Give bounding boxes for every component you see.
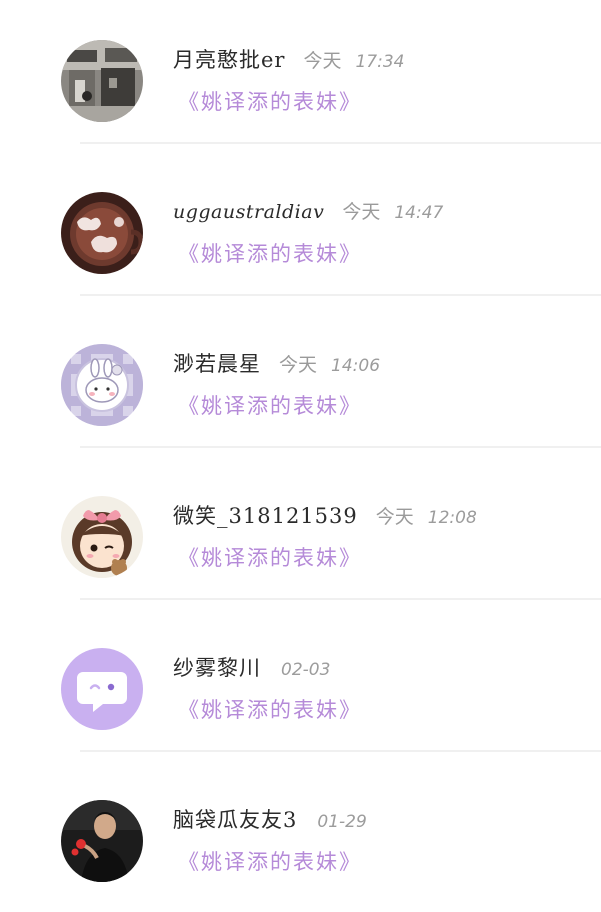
mention-text[interactable]: 《姚译添的表妹》 <box>178 846 362 876</box>
date-label: 今天 <box>279 354 318 376</box>
username[interactable]: uggaustraldiav <box>173 201 324 223</box>
cartoon-girl-avatar-icon <box>61 496 143 578</box>
list-item[interactable]: 微笑_318121539 今天 12:08 《姚译添的表妹》 <box>0 456 601 608</box>
avatar[interactable] <box>61 40 143 122</box>
mention-text[interactable]: 《姚译添的表妹》 <box>178 542 362 572</box>
username[interactable]: 纱雾黎川 <box>173 656 261 680</box>
date-label: 今天 <box>303 50 342 72</box>
divider <box>80 446 601 448</box>
username[interactable]: 渺若晨星 <box>173 352 261 376</box>
avatar[interactable] <box>61 648 143 730</box>
street-photo-avatar-icon <box>61 40 143 122</box>
time-label: 17:34 <box>355 52 405 72</box>
time-label: 14:47 <box>394 203 444 223</box>
mention-text[interactable]: 《姚译添的表妹》 <box>178 86 362 116</box>
username[interactable]: 脑袋瓜友友3 <box>173 808 297 832</box>
date-label: 今天 <box>375 506 414 528</box>
username[interactable]: 月亮憨批er <box>173 48 285 72</box>
default-chat-bubble-avatar-icon <box>61 648 143 730</box>
avatar[interactable] <box>61 192 143 274</box>
time-label: 14:06 <box>331 356 381 376</box>
date-label: 01-29 <box>317 812 367 832</box>
item-meta: 渺若晨星 今天 14:06 <box>173 348 380 380</box>
date-label: 今天 <box>342 201 381 223</box>
item-meta: 纱雾黎川 02-03 <box>173 652 330 684</box>
bunny-plaid-avatar-icon <box>61 344 143 426</box>
list-item[interactable]: uggaustraldiav 今天 14:47 《姚译添的表妹》 <box>0 152 601 304</box>
divider <box>80 750 601 752</box>
list-item[interactable]: 纱雾黎川 02-03 《姚译添的表妹》 <box>0 608 601 760</box>
divider <box>80 294 601 296</box>
username[interactable]: 微笑_318121539 <box>173 504 358 528</box>
list-item[interactable]: 月亮憨批er 今天 17:34 《姚译添的表妹》 <box>0 0 601 152</box>
mention-text[interactable]: 《姚译添的表妹》 <box>178 390 362 420</box>
hot-cocoa-avatar-icon <box>61 192 143 274</box>
mention-text[interactable]: 《姚译添的表妹》 <box>178 238 362 268</box>
date-label: 02-03 <box>281 660 331 680</box>
mention-list: 月亮憨批er 今天 17:34 《姚译添的表妹》 uggaustraldiav 今天 1… <box>0 0 601 912</box>
list-item[interactable]: 脑袋瓜友友3 01-29 《姚译添的表妹》 <box>0 760 601 912</box>
item-meta: 脑袋瓜友友3 01-29 <box>173 804 367 836</box>
avatar[interactable] <box>61 800 143 882</box>
person-photo-avatar-icon <box>61 800 143 882</box>
mention-text[interactable]: 《姚译添的表妹》 <box>178 694 362 724</box>
item-meta: uggaustraldiav 今天 14:47 <box>173 196 443 228</box>
item-meta: 微笑_318121539 今天 12:08 <box>173 500 477 532</box>
avatar[interactable] <box>61 496 143 578</box>
item-meta: 月亮憨批er 今天 17:34 <box>173 44 404 76</box>
list-item[interactable]: 渺若晨星 今天 14:06 《姚译添的表妹》 <box>0 304 601 456</box>
divider <box>80 142 601 144</box>
avatar[interactable] <box>61 344 143 426</box>
divider <box>80 598 601 600</box>
time-label: 12:08 <box>427 508 477 528</box>
